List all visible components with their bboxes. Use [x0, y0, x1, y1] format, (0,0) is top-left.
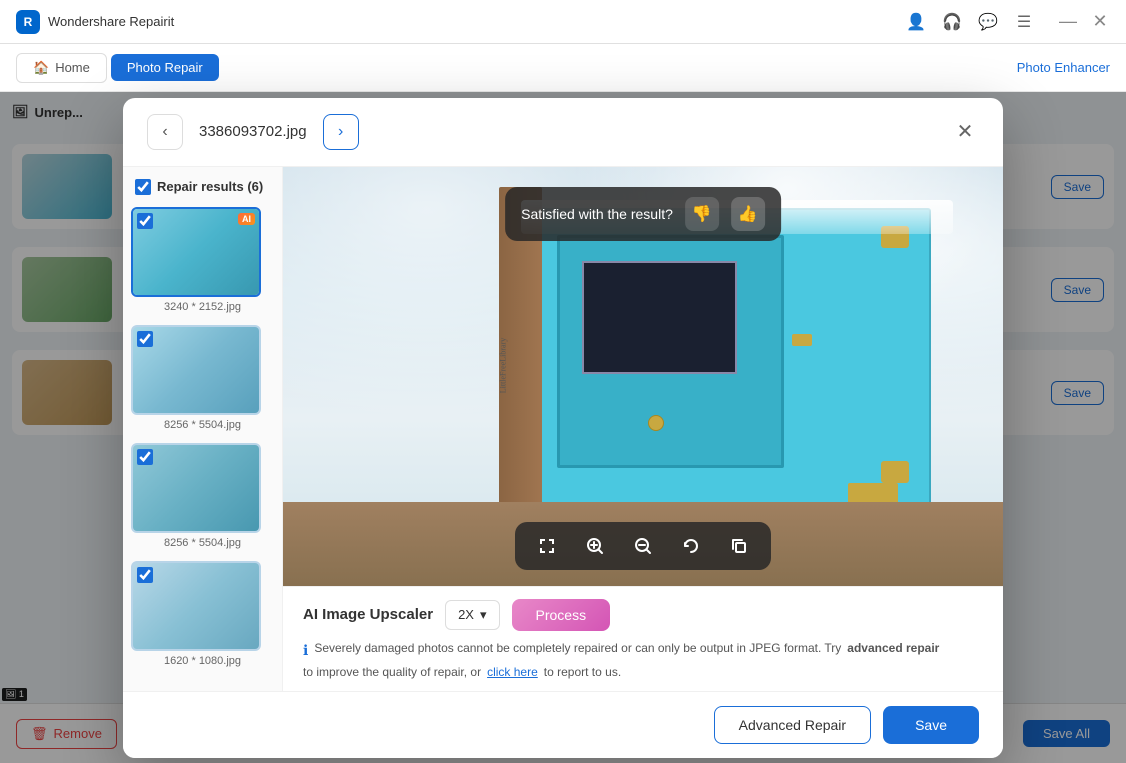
- modal-nav-controls: ‹ 3386093702.jpg ›: [147, 114, 359, 150]
- file-checkbox-1[interactable]: [137, 213, 153, 229]
- upscaler-select[interactable]: 2X ▾: [445, 600, 499, 630]
- app-logo: R: [16, 10, 40, 34]
- info-text-middle: to improve the quality of repair, or: [303, 665, 481, 679]
- info-row: ℹ Severely damaged photos cannot be comp…: [303, 641, 983, 679]
- advanced-repair-button[interactable]: Advanced Repair: [714, 706, 871, 744]
- fullscreen-icon: [537, 536, 557, 556]
- info-icon: ℹ: [303, 642, 308, 659]
- title-bar-right: 👤 🎧 💬 ☰ — ✕: [906, 12, 1110, 32]
- file-item-name-1: 3240 * 2152.jpg: [131, 301, 274, 313]
- img-latch: [792, 334, 812, 346]
- modal-overlay: ‹ 3386093702.jpg › ✕: [0, 92, 1126, 763]
- file-checkbox-2[interactable]: [137, 331, 153, 347]
- image-viewer-panel: LittleFreeLibrary Satisfied with the res…: [283, 167, 1003, 691]
- zoom-out-icon: [633, 536, 653, 556]
- account-icon[interactable]: 👤: [906, 12, 926, 32]
- home-nav-button[interactable]: 🏠 Home: [16, 53, 107, 83]
- file-thumb-2: [131, 325, 261, 415]
- prev-image-button[interactable]: ‹: [147, 114, 183, 150]
- copy-button[interactable]: [723, 530, 755, 562]
- img-hinge-bottom: [881, 461, 909, 483]
- process-button[interactable]: Process: [512, 599, 611, 631]
- photo-enhancer-button[interactable]: Photo Enhancer: [1017, 60, 1110, 75]
- close-button[interactable]: ✕: [1090, 12, 1110, 32]
- main-content: 🖼 Unrep... 🖼 6 Save 🖼 1 Save: [0, 92, 1126, 763]
- upscaler-row: AI Image Upscaler 2X ▾ Process: [303, 599, 983, 631]
- chat-icon[interactable]: 💬: [978, 12, 998, 32]
- rotate-icon: [681, 536, 701, 556]
- zoom-in-icon: [585, 536, 605, 556]
- satisfied-text: Satisfied with the result?: [521, 206, 673, 222]
- file-thumb-4: [131, 561, 261, 651]
- ai-badge-1: AI: [238, 213, 255, 225]
- rotate-button[interactable]: [675, 530, 707, 562]
- title-bar-left: R Wondershare Repairit: [16, 10, 174, 34]
- click-here-link[interactable]: click here: [487, 665, 538, 679]
- window-controls: — ✕: [1058, 12, 1110, 32]
- file-item-name-4: 1620 * 1080.jpg: [131, 655, 274, 667]
- thumbup-button[interactable]: 👍: [731, 197, 765, 231]
- file-item-4[interactable]: 1620 * 1080.jpg: [131, 561, 274, 667]
- modal-filename: 3386093702.jpg: [199, 123, 307, 140]
- zoom-in-button[interactable]: [579, 530, 611, 562]
- info-text-before: Severely damaged photos cannot be comple…: [314, 641, 841, 655]
- file-item-1[interactable]: AI 3240 * 2152.jpg: [131, 207, 274, 313]
- file-item-name-3: 8256 * 5504.jpg: [131, 537, 274, 549]
- modal-dialog: ‹ 3386093702.jpg › ✕: [123, 98, 1003, 758]
- app-title: Wondershare Repairit: [48, 14, 174, 29]
- zoom-out-button[interactable]: [627, 530, 659, 562]
- save-button[interactable]: Save: [883, 706, 979, 744]
- thumbdown-button[interactable]: 👎: [685, 197, 719, 231]
- file-thumb-1: AI: [131, 207, 261, 297]
- file-list-panel: Repair results (6) AI 3240 * 2152.jpg: [123, 167, 283, 691]
- img-window: [582, 261, 737, 374]
- next-image-button[interactable]: ›: [323, 114, 359, 150]
- img-door: [557, 235, 784, 468]
- satisfied-banner: Satisfied with the result? 👎 👍: [505, 187, 781, 241]
- photo-repair-nav-button[interactable]: Photo Repair: [111, 54, 219, 81]
- advanced-repair-link[interactable]: advanced repair: [847, 641, 939, 655]
- image-toolbar: [515, 522, 771, 570]
- file-checkbox-3[interactable]: [137, 449, 153, 465]
- headphone-icon[interactable]: 🎧: [942, 12, 962, 32]
- app-window: R Wondershare Repairit 👤 🎧 💬 ☰ — ✕ 🏠 Hom…: [0, 0, 1126, 763]
- file-thumb-3: [131, 443, 261, 533]
- file-list-header: Repair results (6): [131, 179, 274, 195]
- fullscreen-button[interactable]: [531, 530, 563, 562]
- img-handle: [648, 415, 664, 431]
- info-text-after: to report to us.: [544, 665, 621, 679]
- img-sign: LittleFreeLibrary: [485, 271, 521, 460]
- modal-header: ‹ 3386093702.jpg › ✕: [123, 98, 1003, 167]
- select-all-checkbox[interactable]: [135, 179, 151, 195]
- title-bar: R Wondershare Repairit 👤 🎧 💬 ☰ — ✕: [0, 0, 1126, 44]
- modal-footer: Advanced Repair Save: [123, 691, 1003, 758]
- upscaler-label: AI Image Upscaler: [303, 606, 433, 623]
- bottom-panel: AI Image Upscaler 2X ▾ Process ℹ Severel…: [283, 586, 1003, 691]
- menu-icon[interactable]: ☰: [1014, 12, 1034, 32]
- nav-bar: 🏠 Home Photo Repair Photo Enhancer: [0, 44, 1126, 92]
- modal-body: Repair results (6) AI 3240 * 2152.jpg: [123, 167, 1003, 691]
- file-checkbox-4[interactable]: [137, 567, 153, 583]
- modal-close-button[interactable]: ✕: [951, 118, 979, 146]
- file-item-3[interactable]: 8256 * 5504.jpg: [131, 443, 274, 549]
- file-item-name-2: 8256 * 5504.jpg: [131, 419, 274, 431]
- img-box: [535, 208, 931, 522]
- file-item-2[interactable]: 8256 * 5504.jpg: [131, 325, 274, 431]
- image-container: LittleFreeLibrary Satisfied with the res…: [283, 167, 1003, 586]
- home-icon: 🏠: [33, 60, 49, 76]
- copy-icon: [729, 536, 749, 556]
- minimize-button[interactable]: —: [1058, 12, 1078, 32]
